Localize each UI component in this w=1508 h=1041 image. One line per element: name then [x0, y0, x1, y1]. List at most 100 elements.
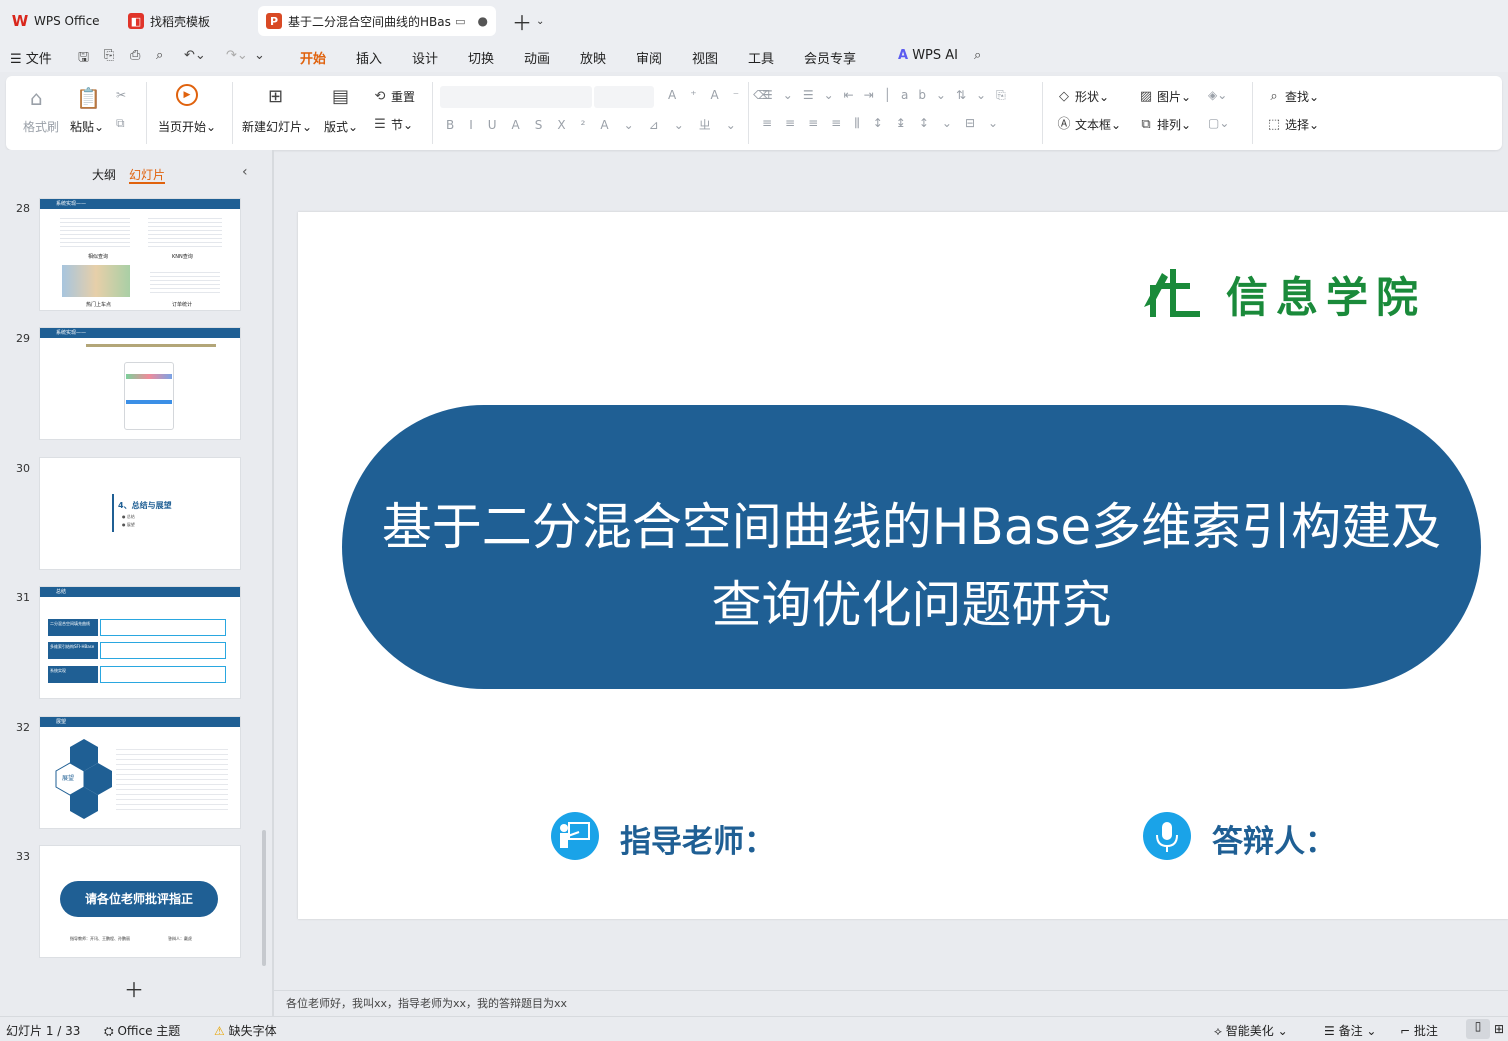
tab-presentation[interactable]: P 基于二分混合空间曲线的HBase ▭ ● [258, 6, 496, 36]
menu-animation[interactable]: 动画 [524, 48, 550, 67]
menu-transition[interactable]: 切换 [468, 48, 494, 67]
tab-close-dot-icon[interactable]: ● [478, 14, 488, 28]
tab-template[interactable]: ◧ 找稻壳模板 [120, 6, 252, 36]
add-slide-button[interactable]: ＋ [124, 974, 144, 1003]
thumb-title: 4、总结与展望 [118, 501, 172, 510]
redo-icon[interactable]: ↷⌄ [226, 48, 248, 63]
find-button[interactable]: ⌕ 查找 ⌄ [1266, 88, 1319, 105]
outline-tab[interactable]: 大纲 [92, 166, 116, 183]
textbox-button[interactable]: Ⓐ 文本框 ⌄ [1056, 116, 1121, 133]
format-painter-button[interactable]: 格式刷 [23, 118, 59, 135]
format-painter-icon: ⌂ [30, 86, 43, 110]
notes-icon: ☰ [1324, 1024, 1335, 1038]
font-family-select[interactable] [440, 86, 592, 108]
find-label: 查找 [1285, 90, 1310, 104]
theme-button[interactable]: ⛭ Office 主题 [104, 1022, 180, 1039]
section-icon: ☰ [374, 116, 386, 132]
sorter-view-icon[interactable]: ⊞ [1494, 1022, 1504, 1036]
more-chevron-icon[interactable]: ⌄ [254, 48, 265, 63]
hamburger-icon: ☰ [10, 52, 22, 67]
align-icons[interactable]: ≡≡≡≡⫼↕↨↕⌄⊟⌄ [762, 116, 1011, 131]
collapse-panel-icon[interactable]: ‹ [242, 164, 248, 180]
slide-thumbnail-30[interactable]: 4、总结与展望 ● 总结 ● 展望 [39, 457, 241, 570]
arrange-button[interactable]: ⧉ 排列 ⌄ [1138, 116, 1191, 133]
font-size-select[interactable] [594, 86, 654, 108]
print-preview-icon[interactable]: ⌕ [156, 48, 163, 63]
thumb-row-label: 二分混合空间填充曲线 [48, 619, 98, 636]
reset-label: 重置 [391, 90, 416, 104]
paste-button[interactable]: 粘贴 ⌄ [70, 118, 104, 135]
theme-label: Office 主题 [117, 1024, 181, 1038]
thumb-rule [112, 494, 114, 532]
menu-file[interactable]: ☰ 文件 [10, 48, 52, 67]
fill-icon[interactable]: ◈⌄ [1208, 88, 1227, 102]
cut-icon[interactable]: ✂ [116, 88, 126, 102]
slide-thumbnail-28[interactable]: 系统实现—— 相似查询 KNN查询 热门上车点 订单统计 [39, 198, 241, 311]
undo-icon[interactable]: ↶⌄ [184, 48, 206, 63]
wps-logo-icon: W [11, 12, 29, 30]
normal-view-icon[interactable]: ▯ [1466, 1019, 1490, 1039]
theme-icon: ⛭ [104, 1024, 114, 1038]
slide-thumbnail-33[interactable]: 请各位老师批评指正 指导教师：开讯、王鹏程、孙鹏丽 答辩人：戴虎 [39, 845, 241, 958]
section-button[interactable]: ☰ 节 ⌄ [372, 116, 413, 133]
slides-tab-underline [129, 182, 165, 184]
wps-ai-button[interactable]: A WPS AI [898, 48, 958, 63]
thumb-table [60, 215, 130, 249]
slide-thumbnail-31[interactable]: 总结 二分混合空间填充曲线 多维索引结构SFI-HBase 系统实现 [39, 586, 241, 699]
shape-button[interactable]: ◇ 形状 ⌄ [1056, 88, 1109, 105]
text-format-icons[interactable]: BIUASX²A⌄⊿⌄ㄓ⌄ [446, 116, 751, 133]
notes-button[interactable]: ☰ 备注 ⌄ [1324, 1022, 1376, 1039]
new-slide-button[interactable]: 新建幻灯片 ⌄ [242, 118, 312, 135]
menu-view[interactable]: 视图 [692, 48, 718, 67]
menu-review[interactable]: 审阅 [636, 48, 662, 67]
slide-title[interactable]: 基于二分混合空间曲线的HBase多维索引构建及 查询优化问题研究 [342, 488, 1481, 644]
export-icon[interactable]: ⎘ [104, 48, 114, 63]
list-icons[interactable]: ☰⌄☰⌄⇤⇥│ab⌄⇅⌄⎘ [762, 88, 1016, 103]
menu-insert[interactable]: 插入 [356, 48, 382, 67]
save-icon[interactable]: 🖫 [78, 48, 89, 70]
tab-wps-office[interactable]: W WPS Office [4, 6, 114, 36]
menu-slideshow[interactable]: 放映 [580, 48, 606, 67]
slides-tab[interactable]: 幻灯片 [129, 166, 165, 183]
ppt-icon: P [266, 13, 282, 29]
notes-text[interactable]: 各位老师好，我叫xx，指导老师为xx，我的答辩题目为xx [286, 995, 567, 1011]
shape-icon: ◇ [1059, 88, 1069, 104]
reset-button[interactable]: ⟲ 重置 [372, 88, 415, 105]
section-label: 节 [391, 118, 404, 132]
title-bar: W WPS Office ◧ 找稻壳模板 P 基于二分混合空间曲线的HBase … [0, 0, 1508, 40]
thumb-row-label: 系统实现 [48, 666, 98, 683]
notes-pane[interactable]: 各位老师好，我叫xx，指导老师为xx，我的答辩题目为xx [274, 990, 1508, 1016]
outline-icon[interactable]: ▢⌄ [1208, 116, 1229, 130]
thumb-caption: 相似查询 [88, 254, 109, 260]
new-tab-button[interactable]: ＋ ⌄ [504, 6, 544, 36]
tab-label: 找稻壳模板 [150, 14, 211, 29]
picture-icon: ▨ [1139, 88, 1153, 104]
comment-button[interactable]: ⌐ 批注 [1400, 1022, 1438, 1039]
menu-design[interactable]: 设计 [412, 48, 438, 67]
print-icon[interactable]: ⎙ [130, 48, 140, 63]
select-button[interactable]: ⬚ 选择 ⌄ [1266, 116, 1319, 133]
panel-scrollbar[interactable] [262, 830, 266, 966]
picture-label: 图片 [1157, 90, 1182, 104]
menu-tools[interactable]: 工具 [748, 48, 774, 67]
copy-icon[interactable]: ⧉ [116, 116, 125, 131]
beautify-button[interactable]: ⟡ 智能美化 ⌄ [1214, 1022, 1288, 1039]
slide-thumbnail-32[interactable]: 展望 展望 [39, 716, 241, 829]
thumb-caption: 订单统计 [172, 302, 193, 308]
picture-button[interactable]: ▨ 图片 ⌄ [1138, 88, 1191, 105]
thumb-caption: KNN查询 [172, 254, 193, 260]
thumb-text-lines [116, 745, 228, 811]
search-icon[interactable]: ⌕ [974, 48, 981, 63]
thumb-row-label: 多维索引结构SFI-HBase [48, 642, 98, 659]
layout-button[interactable]: 版式 ⌄ [324, 118, 358, 135]
thumb-header: 展望 [40, 717, 240, 727]
docer-icon: ◧ [128, 13, 144, 29]
menu-home[interactable]: 开始 [300, 48, 326, 67]
missing-font-button[interactable]: ⚠ 缺失字体 [214, 1022, 277, 1039]
divider [1042, 82, 1043, 144]
slide-thumbnail-29[interactable]: 系统实现—— [39, 327, 241, 440]
menu-member[interactable]: 会员专享 [804, 48, 856, 67]
monitor-icon: ▭ [455, 14, 466, 28]
play-from-current-button[interactable]: 当页开始 ⌄ [158, 118, 216, 135]
missing-font-label: 缺失字体 [228, 1024, 277, 1038]
